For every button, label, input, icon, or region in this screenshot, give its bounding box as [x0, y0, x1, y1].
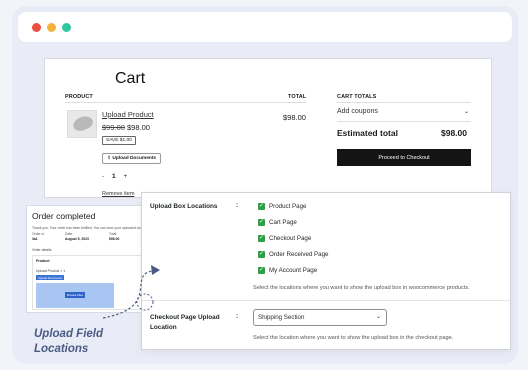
- product-name-link[interactable]: Upload Product: [102, 110, 154, 119]
- check-icon[interactable]: ✓: [258, 235, 265, 242]
- estimated-total-value: $98.00: [441, 128, 467, 138]
- line-total: $98.00: [283, 113, 306, 122]
- settings-panel: Upload Box Locations : ✓ Product Page ✓ …: [141, 192, 511, 350]
- total-column-header: TOTAL: [288, 94, 307, 100]
- location-label: Order Received Page: [269, 251, 329, 258]
- order-upload-button[interactable]: Upload Documents: [36, 275, 64, 280]
- cart-totals-header: CART TOTALS: [337, 94, 377, 100]
- checkout-location-description: Select the location where you want to sh…: [253, 335, 454, 341]
- upload-box-locations-label: Upload Box Locations: [150, 203, 218, 210]
- remove-item-link[interactable]: Remove item: [102, 191, 134, 197]
- checkout-label-line-1: Checkout Page Upload: [150, 314, 220, 321]
- browser-title-bar: [18, 12, 512, 42]
- check-icon[interactable]: ✓: [258, 219, 265, 226]
- order-details-table: Product Upload Product × 1 Upload Docume…: [32, 255, 142, 310]
- order-number-value: 3a1: [32, 236, 38, 241]
- minimize-window-dot[interactable]: [47, 23, 56, 32]
- order-total-value: $98.00: [109, 236, 120, 241]
- order-total: Total: $98.00: [109, 232, 119, 241]
- location-option-product-page[interactable]: ✓ Product Page: [258, 203, 307, 210]
- location-option-my-account-page[interactable]: ✓ My Account Page: [258, 267, 317, 274]
- checkout-location-value: Shipping Section: [258, 314, 305, 321]
- order-date-value: August 5, 2023: [65, 236, 89, 241]
- sale-price: $98.00: [127, 123, 150, 132]
- maximize-window-dot[interactable]: [62, 23, 71, 32]
- browse-files-button[interactable]: Browse Files: [65, 292, 85, 298]
- label-colon: :: [236, 313, 239, 320]
- save-badge: SAVE $1.00: [102, 136, 136, 145]
- check-icon[interactable]: ✓: [258, 251, 265, 258]
- location-label: My Account Page: [269, 267, 318, 274]
- chevron-down-icon: ⌄: [375, 314, 381, 320]
- order-details-heading: Order details: [32, 248, 52, 252]
- coupon-divider: [337, 121, 471, 122]
- chevron-down-icon[interactable]: ⌄: [464, 108, 469, 115]
- mouse-icon: [71, 113, 95, 134]
- cart-panel: Cart PRODUCT TOTAL CART TOTALS Upload Pr…: [44, 58, 492, 198]
- qty-value[interactable]: 1: [112, 173, 116, 180]
- table-divider: [65, 102, 306, 103]
- checkout-label-line-2: Location: [150, 324, 177, 331]
- quantity-stepper[interactable]: - 1 +: [102, 173, 127, 180]
- section-divider: [142, 300, 510, 301]
- product-column-header: PRODUCT: [65, 94, 93, 100]
- order-thanks-text: Thank you. Your order has been fulfilled…: [32, 226, 155, 230]
- order-date: Date: August 5, 2023: [65, 232, 89, 241]
- location-option-order-received-page[interactable]: ✓ Order Received Page: [258, 251, 329, 258]
- order-product-line[interactable]: Upload Product × 1: [36, 269, 65, 273]
- locations-description: Select the locations where you want to s…: [253, 285, 470, 291]
- checkout-location-select[interactable]: Shipping Section ⌄: [253, 309, 387, 326]
- location-label: Checkout Page: [269, 235, 312, 242]
- label-colon: :: [236, 202, 239, 209]
- upload-dropzone[interactable]: Browse Files: [36, 283, 114, 308]
- cart-title: Cart: [115, 70, 146, 87]
- check-icon[interactable]: ✓: [258, 267, 265, 274]
- add-coupons-toggle[interactable]: Add coupons: [337, 108, 378, 115]
- location-label: Product Page: [269, 203, 307, 210]
- location-label: Cart Page: [269, 219, 297, 226]
- upload-documents-button[interactable]: ⇪ Upload Documents: [102, 153, 162, 164]
- product-image[interactable]: [67, 110, 97, 138]
- totals-divider: [337, 102, 471, 103]
- check-icon[interactable]: ✓: [258, 203, 265, 210]
- close-window-dot[interactable]: [32, 23, 41, 32]
- order-number: Order #: 3a1: [32, 232, 44, 241]
- location-option-cart-page[interactable]: ✓ Cart Page: [258, 219, 297, 226]
- qty-plus-button[interactable]: +: [124, 174, 128, 180]
- proceed-to-checkout-button[interactable]: Proceed to Checkout: [337, 149, 471, 166]
- upload-icon: ⇪: [107, 156, 112, 161]
- upload-documents-label: Upload Documents: [112, 156, 157, 161]
- qty-minus-button[interactable]: -: [102, 174, 104, 180]
- order-title: Order completed: [32, 211, 96, 221]
- location-option-checkout-page[interactable]: ✓ Checkout Page: [258, 235, 311, 242]
- order-product-header: Product: [36, 259, 50, 263]
- checkout-upload-location-label: Checkout Page Upload Location: [150, 313, 220, 333]
- estimated-total-label: Estimated total: [337, 128, 398, 138]
- original-price: $99.00: [102, 123, 125, 132]
- annotation-line-1: Upload Field: [34, 328, 103, 340]
- annotation-line-2: Locations: [34, 343, 89, 355]
- annotation-caption: Upload Field Locations: [34, 327, 103, 357]
- order-completed-panel: Order completed Thank you. Your order ha…: [26, 205, 154, 313]
